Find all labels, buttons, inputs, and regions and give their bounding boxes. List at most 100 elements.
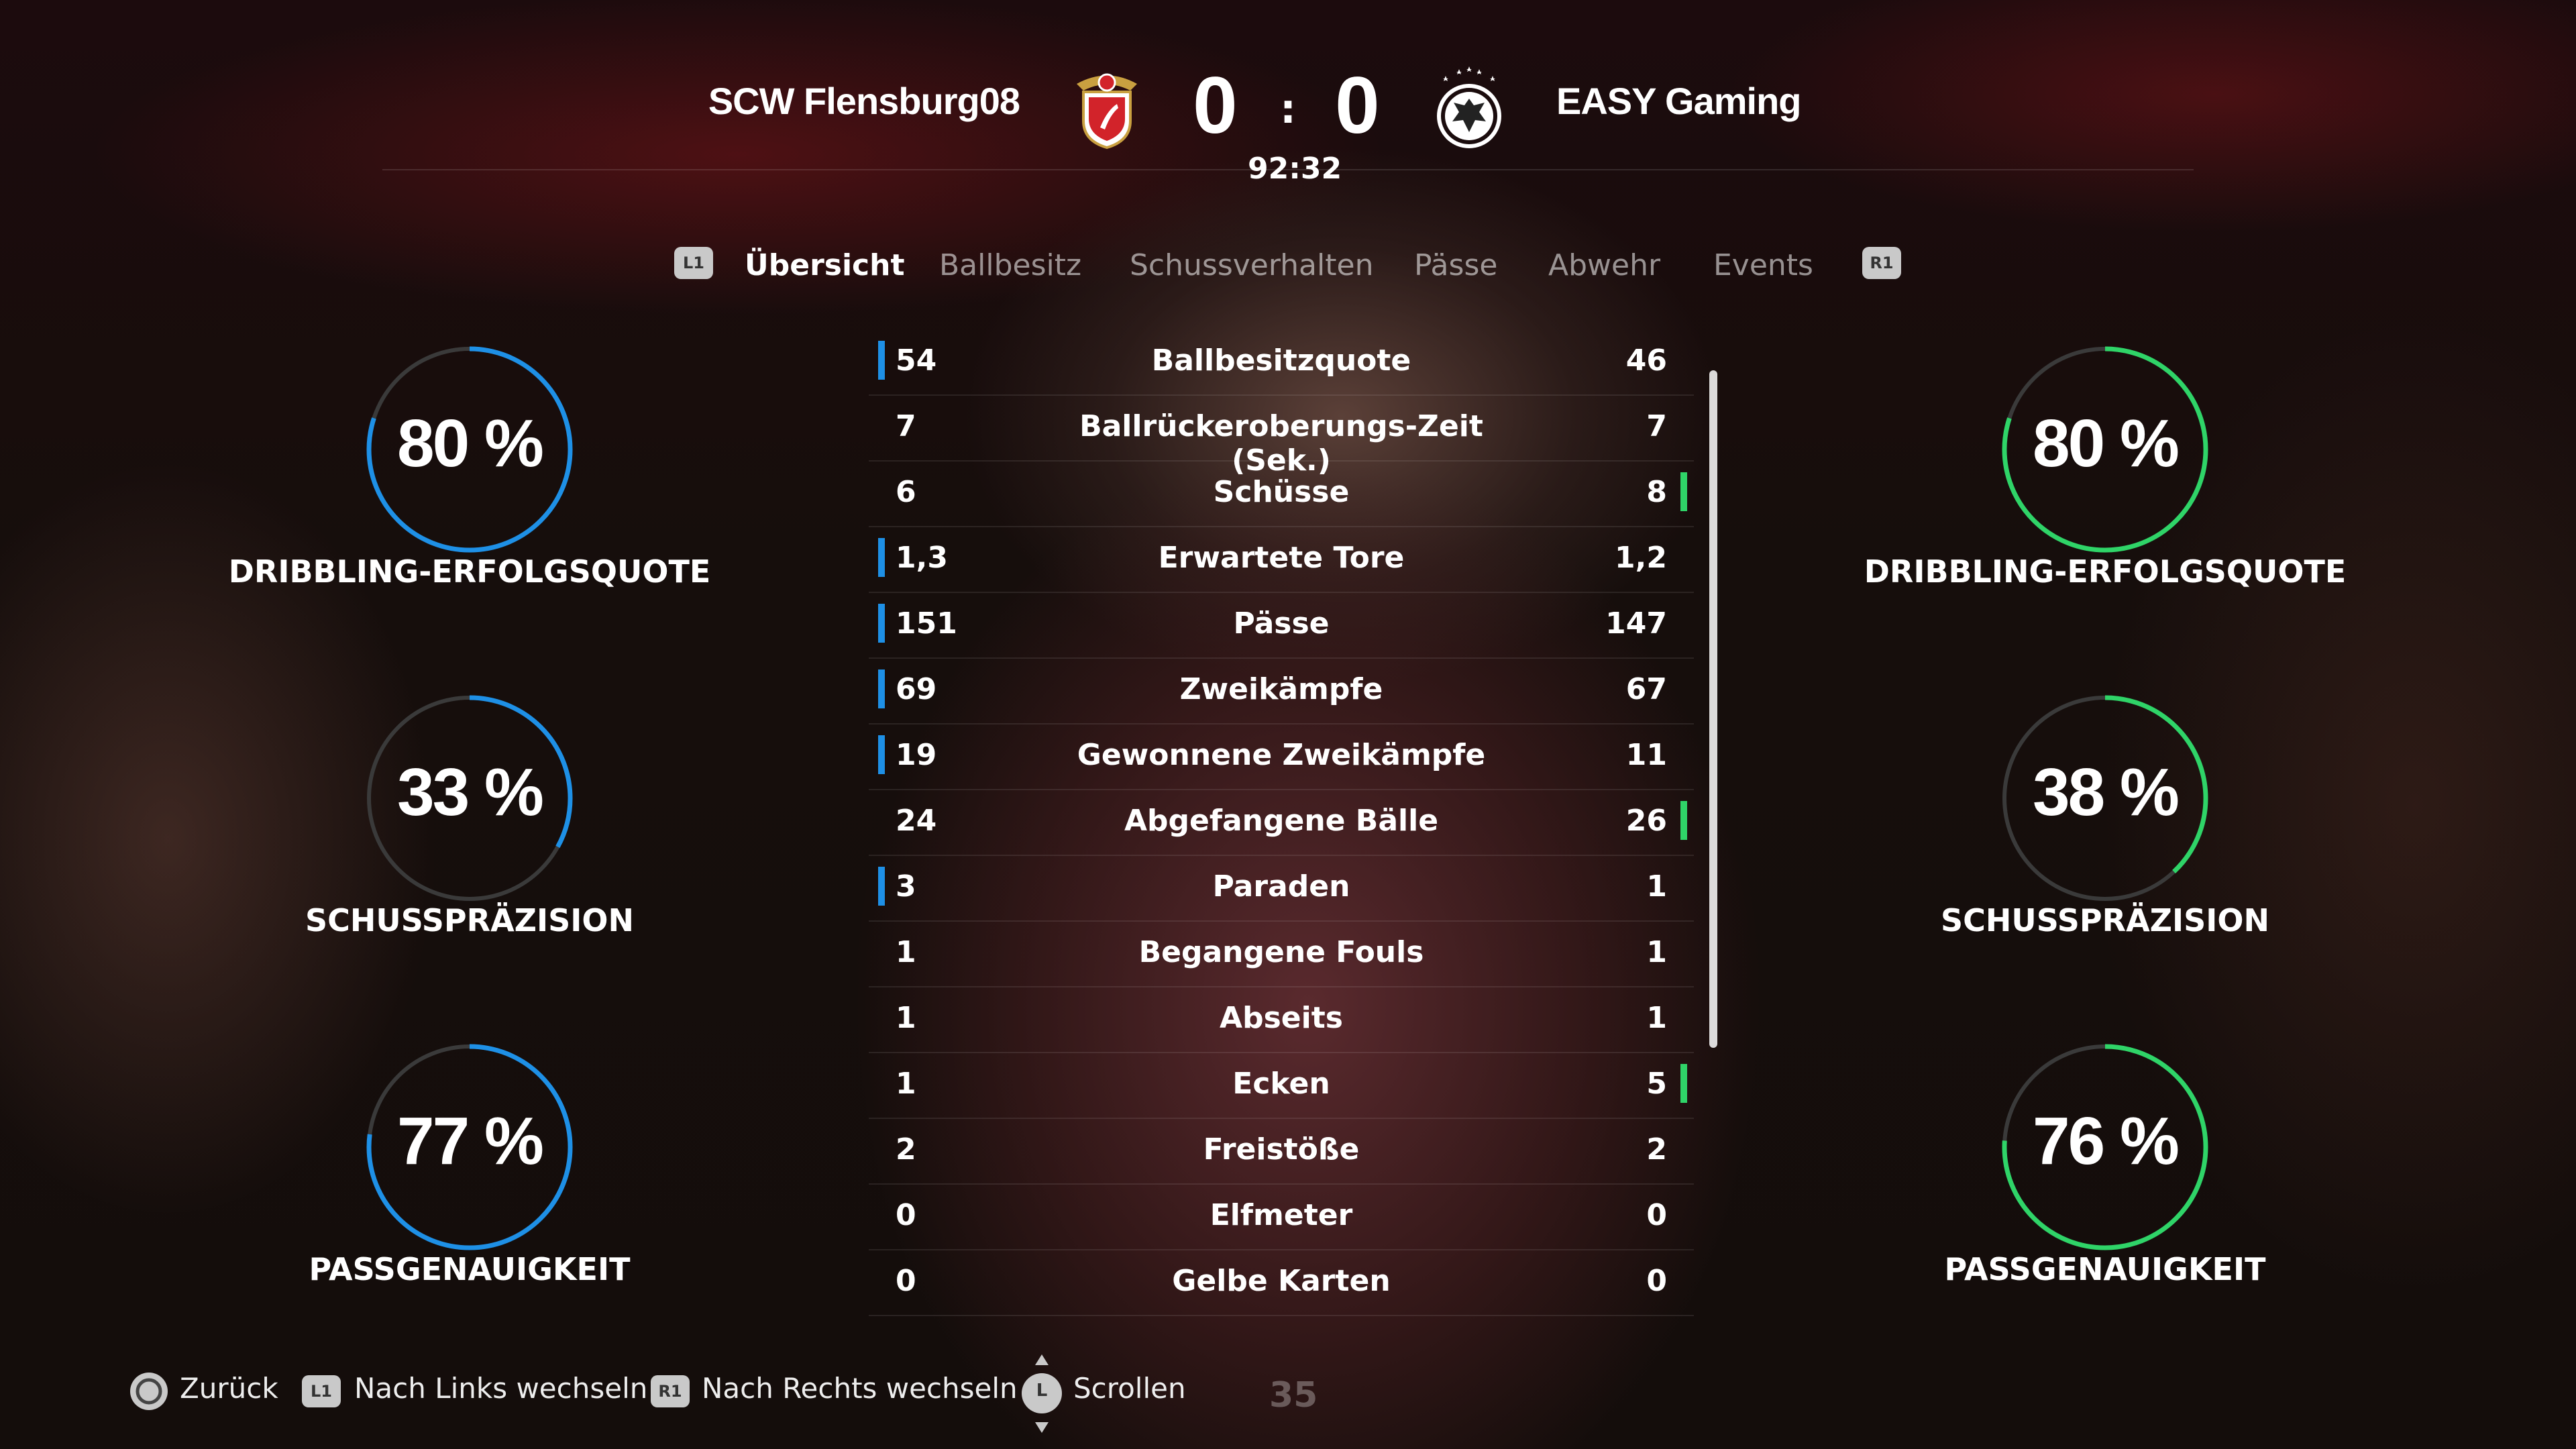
tab-schussverhalten[interactable]: Schussverhalten [1130,248,1373,282]
stat-row: 19 Gewonnene Zweikämpfe 11 [869,723,1694,790]
home-crest-icon [1077,73,1137,150]
away-lead-indicator [1680,1064,1687,1103]
stat-row: 1 Ecken 5 [869,1052,1694,1119]
stat-away-value: 1 [1646,869,1667,904]
home-lead-indicator [878,735,885,774]
stat-name: Begangene Fouls [1138,935,1424,969]
circle-button-icon[interactable] [129,1371,169,1411]
footer-switch-right[interactable]: Nach Rechts wechseln [702,1372,1018,1405]
stats-tab-bar: L1 Übersicht Ballbesitz Schussverhalten … [671,247,1905,288]
stat-home-value: 1 [896,1067,916,1101]
stat-home-value: 24 [896,804,937,838]
stat-away-value: 11 [1625,738,1667,772]
tab-abwehr[interactable]: Abwehr [1548,248,1660,282]
home-lead-indicator [878,867,885,906]
stat-name: Gewonnene Zweikämpfe [1077,738,1486,772]
stat-home-value: 69 [896,672,937,706]
stat-home-value: 54 [896,343,937,378]
header-divider [382,169,2194,170]
stat-away-value: 1 [1646,1001,1667,1035]
away-gauge: 38 % [1991,684,2219,912]
stat-name: Gelbe Karten [1172,1264,1391,1298]
stat-away-value: 147 [1605,606,1667,641]
away-team-name: EASY Gaming [1556,80,1802,122]
stat-home-value: 3 [896,869,916,904]
tab-ballbesitz[interactable]: Ballbesitz [939,248,1081,282]
stat-home-value: 1 [896,1001,916,1035]
stat-row: 3 Paraden 1 [869,855,1694,922]
gauge-percent: 38 % [2033,755,2180,830]
stat-row: 54 Ballbesitzquote 46 [869,329,1694,396]
stat-away-value: 8 [1646,475,1667,509]
stat-home-value: 6 [896,475,916,509]
stat-home-value: 1 [896,935,916,969]
stat-row: 7 Ballrückeroberungs-Zeit (Sek.) 7 [869,394,1694,478]
stat-away-value: 1 [1646,935,1667,969]
stat-name: Abgefangene Bälle [1124,804,1439,838]
stat-home-value: 7 [896,409,916,443]
stat-home-value: 1,3 [896,541,948,575]
stat-home-value: 0 [896,1264,916,1298]
stats-scrollbar[interactable] [1709,370,1717,1048]
l1-button-icon[interactable]: L1 [674,247,713,279]
stat-name: Zweikämpfe [1179,672,1383,706]
tab-events[interactable]: Events [1713,248,1813,282]
stat-away-value: 0 [1646,1264,1667,1298]
score-separator: : [1280,86,1296,133]
footer-scroll[interactable]: Scrollen [1073,1372,1186,1405]
gauge-label: SCHUSSPRÄZISION [305,902,634,938]
stat-home-value: 0 [896,1198,916,1232]
stat-name: Ballbesitzquote [1151,343,1411,378]
away-score: 0 [1335,60,1380,150]
gauge-label: DRIBBLING-ERFOLGSQUOTE [228,553,711,590]
home-gauge: 80 % [356,335,584,564]
r1-button-icon[interactable]: R1 [1862,247,1901,279]
footer-back[interactable]: Zurück [180,1372,278,1405]
stat-row: 1 Begangene Fouls 1 [869,920,1694,987]
home-lead-indicator [878,341,885,380]
footer-r1-icon[interactable]: R1 [651,1375,690,1407]
stat-name: Pässe [1233,606,1330,641]
stat-home-value: 2 [896,1132,916,1167]
home-gauge: 33 % [356,684,584,912]
stat-name: Freistöße [1203,1132,1360,1167]
gauge-percent: 80 % [397,406,544,481]
stat-name: Schüsse [1213,475,1350,509]
stat-name: Erwartete Tore [1158,541,1405,575]
home-score: 0 [1193,60,1238,150]
stat-row: 1 Abseits 1 [869,986,1694,1053]
gauge-label: SCHUSSPRÄZISION [1941,902,2269,938]
stat-home-value: 19 [896,738,937,772]
away-lead-indicator [1680,801,1687,840]
gauge-percent: 77 % [397,1104,544,1179]
stat-row: 0 Elfmeter 0 [869,1183,1694,1250]
tab-paesse[interactable]: Pässe [1414,248,1497,282]
stat-away-value: 26 [1625,804,1667,838]
stat-away-value: 7 [1646,409,1667,443]
stat-away-value: 1,2 [1615,541,1667,575]
stat-row: 2 Freistöße 2 [869,1118,1694,1185]
gauge-percent: 33 % [397,755,544,830]
stat-row: 6 Schüsse 8 [869,460,1694,527]
stat-row: 1,3 Erwartete Tore 1,2 [869,526,1694,593]
footer-l1-icon[interactable]: L1 [302,1375,341,1407]
stat-away-value: 5 [1646,1067,1667,1101]
stat-row: 151 Pässe 147 [869,592,1694,659]
stat-row: 69 Zweikämpfe 67 [869,657,1694,724]
home-lead-indicator [878,604,885,643]
away-gauge: 80 % [1991,335,2219,564]
home-team-name: SCW Flensburg08 [708,80,1020,122]
gauge-label: DRIBBLING-ERFOLGSQUOTE [1864,553,2347,590]
stat-away-value: 46 [1625,343,1667,378]
footer-switch-left[interactable]: Nach Links wechseln [354,1372,647,1405]
gauge-percent: 80 % [2033,406,2180,481]
page-number: 35 [1269,1375,1318,1415]
tab-uebersicht[interactable]: Übersicht [745,248,904,282]
stat-away-value: 2 [1646,1132,1667,1167]
home-lead-indicator [878,669,885,708]
stat-name: Paraden [1212,869,1350,904]
away-gauge: 76 % [1991,1033,2219,1261]
stat-name: Ecken [1232,1067,1330,1101]
home-lead-indicator [878,538,885,577]
stat-name: Abseits [1220,1001,1343,1035]
